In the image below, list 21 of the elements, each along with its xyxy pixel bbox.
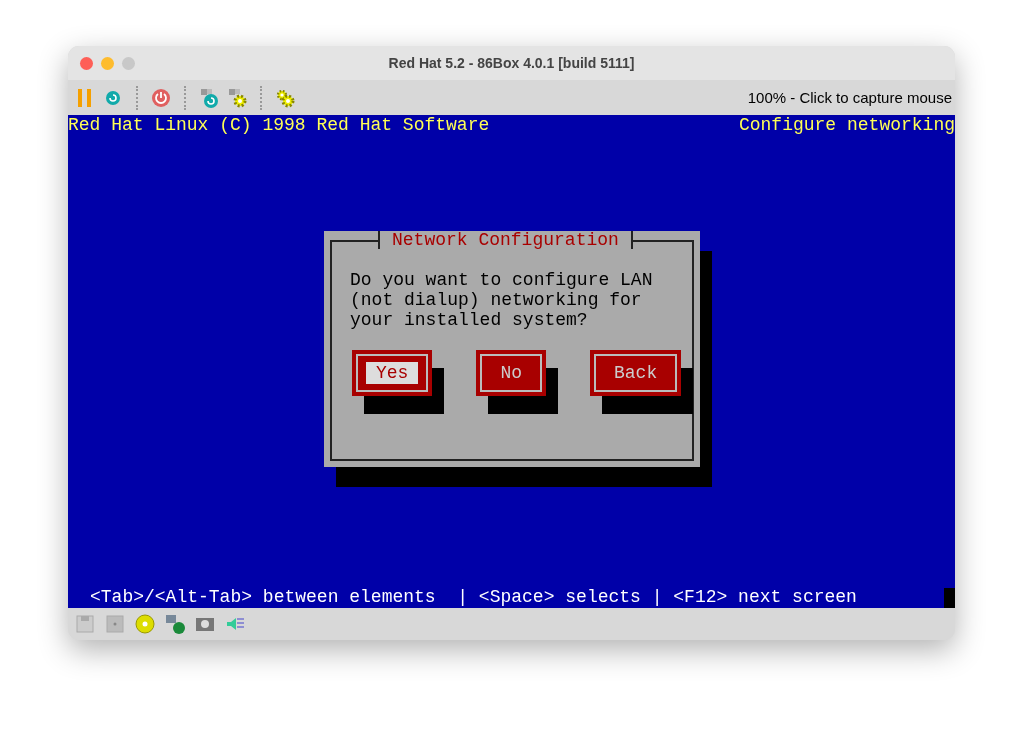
hard-reset-icon[interactable] xyxy=(198,86,220,109)
zoom-icon xyxy=(122,56,135,70)
close-icon[interactable] xyxy=(80,56,93,70)
installer-header: Red Hat Linux (C) 1998 Red Hat Software xyxy=(68,116,490,134)
minimize-icon[interactable] xyxy=(101,56,114,70)
screen-heading: Configure networking xyxy=(738,116,955,134)
dialog-message: (not dialup) networking for xyxy=(350,290,642,310)
text-cursor xyxy=(944,588,955,608)
key-hint: <Tab>/<Alt-Tab> between elements | <Space> selects | <F12> next screen xyxy=(90,587,857,607)
capture-status: 100% - Click to capture mouse xyxy=(747,89,952,106)
dialog-message: Do you want to configure LAN xyxy=(350,270,653,290)
floppy-icon[interactable] xyxy=(74,613,96,635)
cd-icon[interactable] xyxy=(134,613,156,635)
dialog-message: your installed system? xyxy=(350,310,588,330)
floppy-icon[interactable] xyxy=(104,613,126,635)
emulator-screen[interactable] xyxy=(68,115,955,608)
window-title: Red Hat 5.2 - 86Box 4.0.1 [build 5111] xyxy=(388,55,635,71)
network-icon[interactable] xyxy=(164,613,186,635)
settings-gear-icon[interactable] xyxy=(226,86,248,109)
power-icon[interactable] xyxy=(150,86,172,109)
dialog-title: Network Configuration xyxy=(378,231,633,249)
